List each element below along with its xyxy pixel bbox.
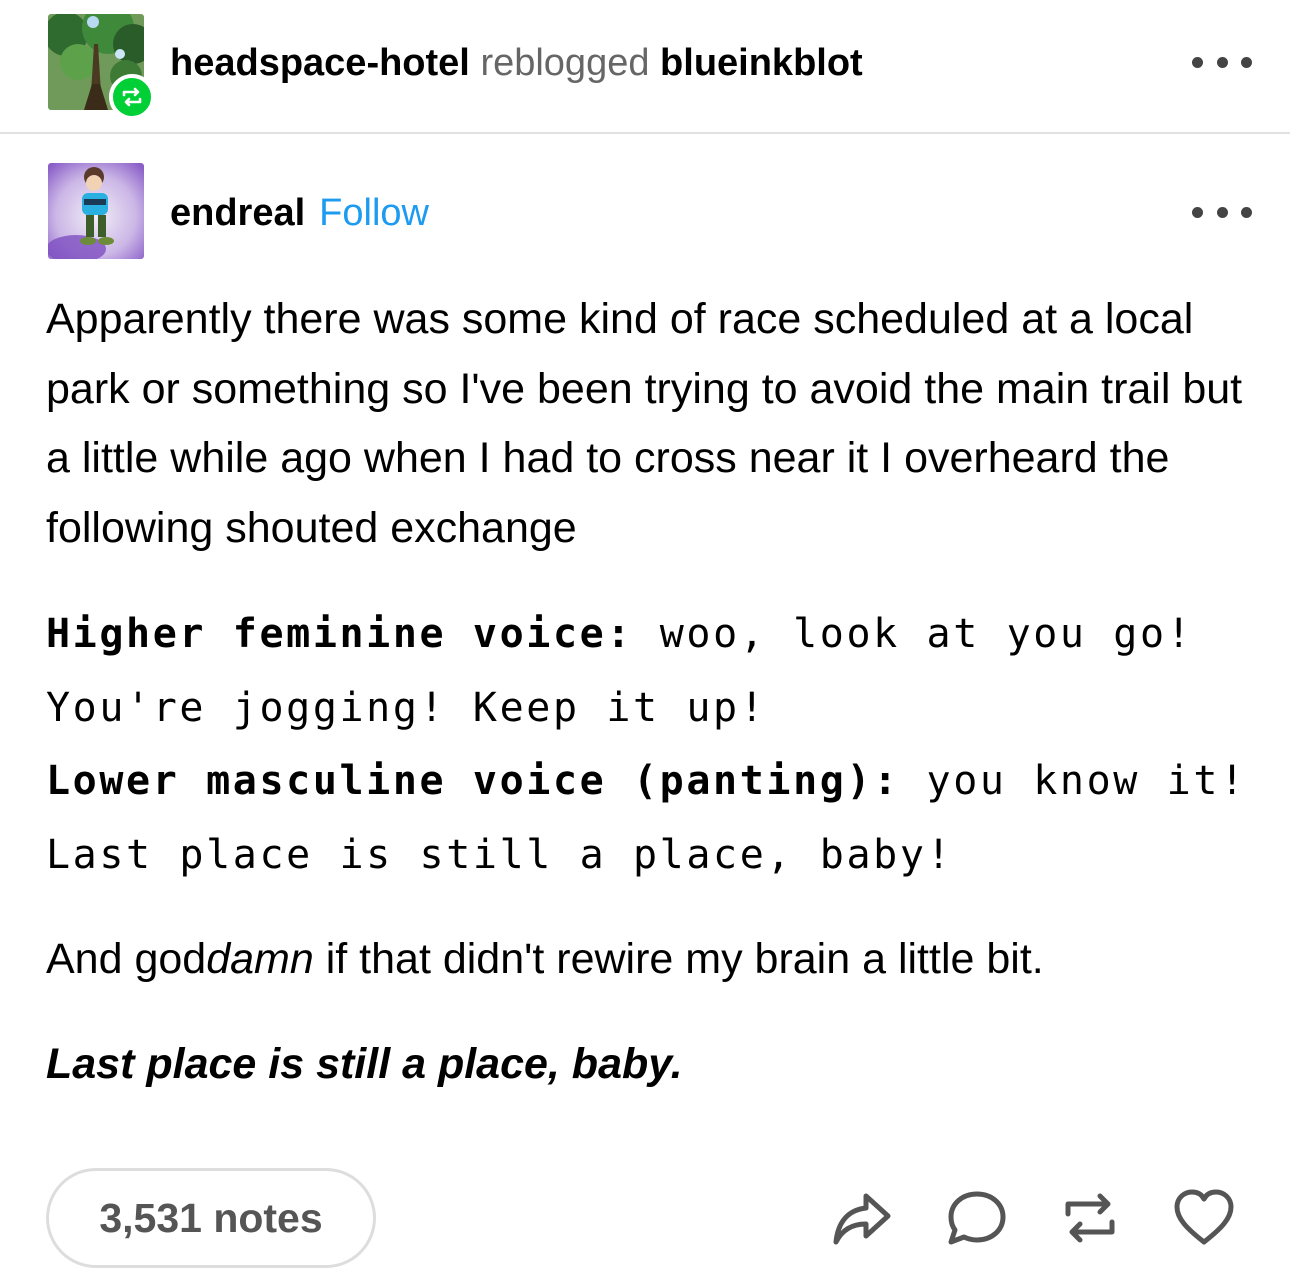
speaker-label: Lower masculine voice (panting): — [46, 758, 900, 804]
closing-suffix: if that didn't rewire my brain a little … — [313, 935, 1044, 983]
reply-icon[interactable] — [945, 1186, 1009, 1250]
reblogger-name[interactable]: headspace-hotel — [170, 42, 470, 84]
more-options-icon[interactable] — [1192, 205, 1252, 219]
dialogue-block: Higher feminine voice: woo, look at you … — [46, 598, 1256, 892]
reblog-header: headspace-hotel reblogged blueinkblot — [0, 0, 1290, 134]
follow-button[interactable]: Follow — [319, 192, 429, 234]
more-options-icon[interactable] — [1192, 55, 1252, 69]
reblog-icon[interactable] — [1058, 1186, 1122, 1250]
author-name[interactable]: endreal — [170, 192, 305, 234]
notes-count: 3,531 notes — [99, 1194, 323, 1241]
closing-emphasis: damn — [206, 935, 314, 983]
notes-button[interactable]: 3,531 notes — [46, 1168, 376, 1268]
post-paragraph: Apparently there was some kind of race s… — [46, 295, 1243, 552]
source-blog-name[interactable]: blueinkblot — [660, 42, 863, 84]
reblogged-label: reblogged — [480, 42, 650, 84]
closing-prefix: And god — [46, 935, 207, 983]
reblog-badge-icon — [109, 74, 155, 120]
speaker-label: Higher feminine voice: — [46, 611, 634, 657]
like-icon[interactable] — [1172, 1186, 1236, 1250]
author-avatar[interactable] — [48, 163, 144, 259]
closing-paragraph: And goddamn if that didn't rewire my bra… — [46, 925, 1246, 994]
dialogue-line: Higher feminine voice: woo, look at you … — [46, 598, 1256, 745]
final-line: Last place is still a place, baby. — [46, 1040, 683, 1088]
author-row: endreal Follow — [170, 190, 429, 236]
dialogue-line: Lower masculine voice (panting): you kno… — [46, 745, 1256, 892]
reblog-attribution: headspace-hotel reblogged blueinkblot — [170, 40, 863, 86]
share-icon[interactable] — [830, 1186, 894, 1250]
